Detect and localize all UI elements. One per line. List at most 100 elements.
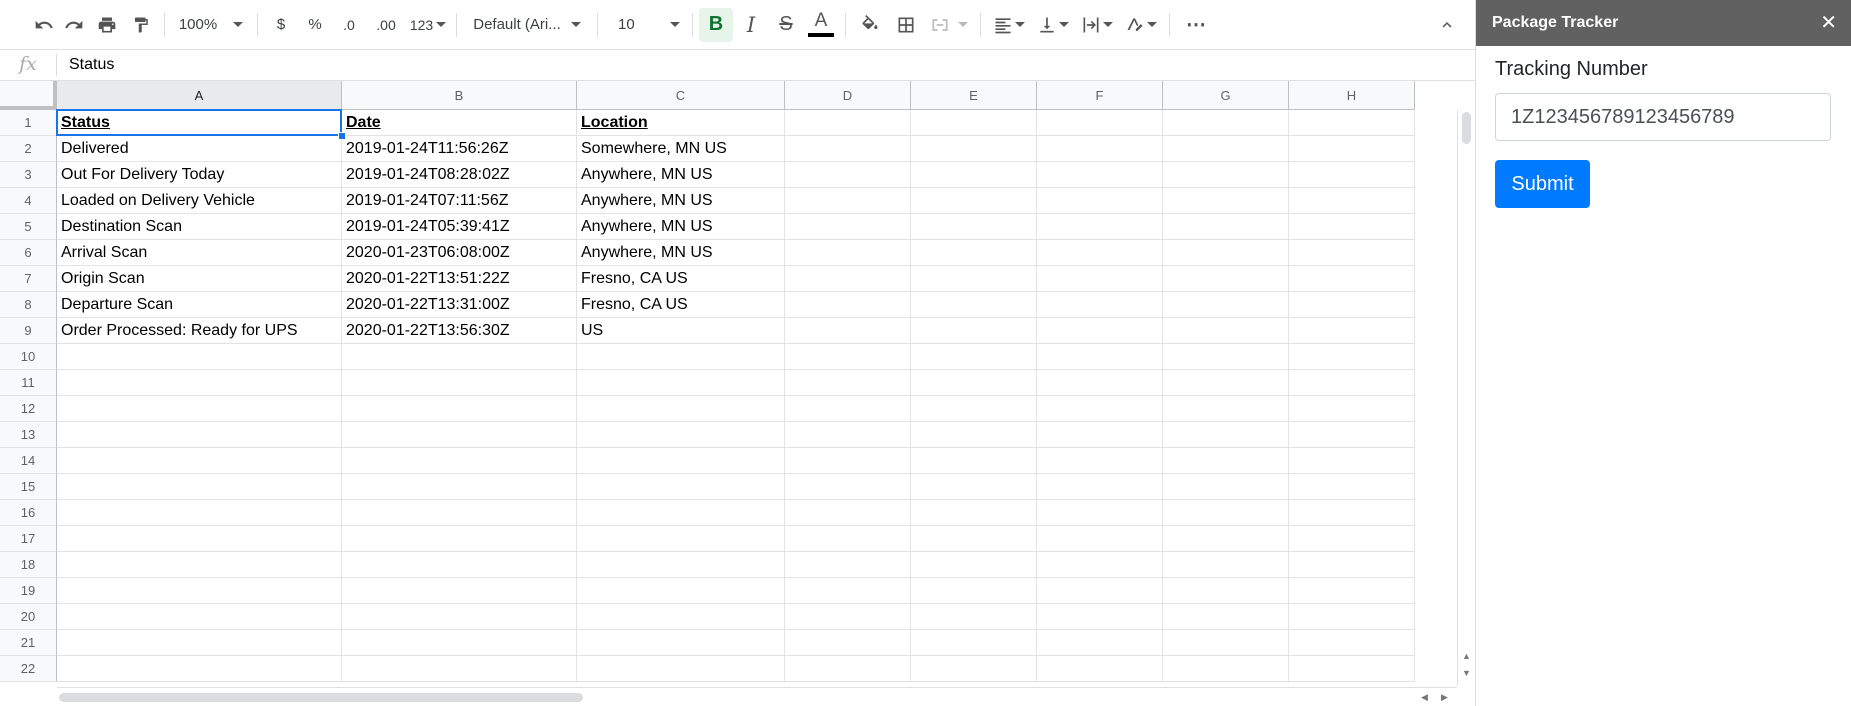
cell-c7[interactable]: Fresno, CA US bbox=[577, 266, 785, 292]
print-icon[interactable] bbox=[90, 7, 124, 43]
cell-e7[interactable] bbox=[911, 266, 1037, 292]
cell-h10[interactable] bbox=[1289, 344, 1415, 370]
cell-b9[interactable]: 2020-01-22T13:56:30Z bbox=[342, 318, 577, 344]
horizontal-align-icon[interactable] bbox=[987, 7, 1031, 43]
cell-d11[interactable] bbox=[785, 370, 911, 396]
vertical-align-icon[interactable] bbox=[1031, 7, 1075, 43]
cell-d12[interactable] bbox=[785, 396, 911, 422]
cell-b16[interactable] bbox=[342, 500, 577, 526]
tracking-number-input[interactable] bbox=[1495, 93, 1831, 141]
row-header-15[interactable]: 15 bbox=[0, 474, 57, 500]
row-header-4[interactable]: 4 bbox=[0, 188, 57, 214]
currency-format-button[interactable]: $ bbox=[264, 7, 298, 43]
cell-d14[interactable] bbox=[785, 448, 911, 474]
cell-e10[interactable] bbox=[911, 344, 1037, 370]
cell-d9[interactable] bbox=[785, 318, 911, 344]
cell-h6[interactable] bbox=[1289, 240, 1415, 266]
row-header-21[interactable]: 21 bbox=[0, 630, 57, 656]
cell-b19[interactable] bbox=[342, 578, 577, 604]
cell-b20[interactable] bbox=[342, 604, 577, 630]
cell-b2[interactable]: 2019-01-24T11:56:26Z bbox=[342, 136, 577, 162]
cell-e1[interactable] bbox=[911, 110, 1037, 136]
row-header-9[interactable]: 9 bbox=[0, 318, 57, 344]
cell-g14[interactable] bbox=[1163, 448, 1289, 474]
cell-e9[interactable] bbox=[911, 318, 1037, 344]
cell-e2[interactable] bbox=[911, 136, 1037, 162]
cell-b3[interactable]: 2019-01-24T08:28:02Z bbox=[342, 162, 577, 188]
cell-c19[interactable] bbox=[577, 578, 785, 604]
cell-b12[interactable] bbox=[342, 396, 577, 422]
cell-d6[interactable] bbox=[785, 240, 911, 266]
cell-a10[interactable] bbox=[57, 344, 342, 370]
cell-d13[interactable] bbox=[785, 422, 911, 448]
redo-icon[interactable] bbox=[58, 7, 90, 43]
cell-g16[interactable] bbox=[1163, 500, 1289, 526]
cell-c4[interactable]: Anywhere, MN US bbox=[577, 188, 785, 214]
cell-d15[interactable] bbox=[785, 474, 911, 500]
cell-a3[interactable]: Out For Delivery Today bbox=[57, 162, 342, 188]
cell-g18[interactable] bbox=[1163, 552, 1289, 578]
cell-f10[interactable] bbox=[1037, 344, 1163, 370]
cell-b7[interactable]: 2020-01-22T13:51:22Z bbox=[342, 266, 577, 292]
cell-b17[interactable] bbox=[342, 526, 577, 552]
cell-f11[interactable] bbox=[1037, 370, 1163, 396]
cell-h5[interactable] bbox=[1289, 214, 1415, 240]
undo-icon[interactable] bbox=[30, 7, 58, 43]
cell-a21[interactable] bbox=[57, 630, 342, 656]
column-header-f[interactable]: F bbox=[1037, 81, 1163, 110]
cell-h20[interactable] bbox=[1289, 604, 1415, 630]
row-header-3[interactable]: 3 bbox=[0, 162, 57, 188]
row-header-6[interactable]: 6 bbox=[0, 240, 57, 266]
cell-f17[interactable] bbox=[1037, 526, 1163, 552]
cell-f5[interactable] bbox=[1037, 214, 1163, 240]
cell-f14[interactable] bbox=[1037, 448, 1163, 474]
cell-c20[interactable] bbox=[577, 604, 785, 630]
cell-g19[interactable] bbox=[1163, 578, 1289, 604]
horizontal-scroll-thumb[interactable] bbox=[59, 693, 583, 702]
column-header-a[interactable]: A bbox=[57, 81, 342, 110]
italic-button[interactable]: I bbox=[733, 7, 769, 43]
cell-e5[interactable] bbox=[911, 214, 1037, 240]
cell-b10[interactable] bbox=[342, 344, 577, 370]
scroll-down-icon[interactable]: ▼ bbox=[1462, 668, 1471, 678]
row-header-12[interactable]: 12 bbox=[0, 396, 57, 422]
cell-g17[interactable] bbox=[1163, 526, 1289, 552]
cell-e12[interactable] bbox=[911, 396, 1037, 422]
cell-f12[interactable] bbox=[1037, 396, 1163, 422]
submit-button[interactable]: Submit bbox=[1495, 160, 1590, 208]
cell-f16[interactable] bbox=[1037, 500, 1163, 526]
cell-f19[interactable] bbox=[1037, 578, 1163, 604]
cell-b5[interactable]: 2019-01-24T05:39:41Z bbox=[342, 214, 577, 240]
cell-f9[interactable] bbox=[1037, 318, 1163, 344]
column-header-b[interactable]: B bbox=[342, 81, 577, 110]
cell-a20[interactable] bbox=[57, 604, 342, 630]
cell-b22[interactable] bbox=[342, 656, 577, 682]
cell-c13[interactable] bbox=[577, 422, 785, 448]
text-wrap-icon[interactable] bbox=[1075, 7, 1119, 43]
cell-c8[interactable]: Fresno, CA US bbox=[577, 292, 785, 318]
cell-d8[interactable] bbox=[785, 292, 911, 318]
cell-e3[interactable] bbox=[911, 162, 1037, 188]
scroll-left-icon[interactable]: ◀ bbox=[1421, 692, 1428, 703]
row-header-16[interactable]: 16 bbox=[0, 500, 57, 526]
cell-a1[interactable]: Status bbox=[57, 110, 342, 136]
text-rotation-icon[interactable] bbox=[1119, 7, 1163, 43]
cell-d3[interactable] bbox=[785, 162, 911, 188]
cell-c17[interactable] bbox=[577, 526, 785, 552]
cell-f1[interactable] bbox=[1037, 110, 1163, 136]
cell-e16[interactable] bbox=[911, 500, 1037, 526]
cell-h16[interactable] bbox=[1289, 500, 1415, 526]
cell-b14[interactable] bbox=[342, 448, 577, 474]
cell-d7[interactable] bbox=[785, 266, 911, 292]
cell-c12[interactable] bbox=[577, 396, 785, 422]
column-header-c[interactable]: C bbox=[577, 81, 785, 110]
cell-f6[interactable] bbox=[1037, 240, 1163, 266]
cell-h18[interactable] bbox=[1289, 552, 1415, 578]
cell-a9[interactable]: Order Processed: Ready for UPS bbox=[57, 318, 342, 344]
cell-d2[interactable] bbox=[785, 136, 911, 162]
cell-b18[interactable] bbox=[342, 552, 577, 578]
select-all-corner[interactable] bbox=[0, 81, 57, 110]
cell-h9[interactable] bbox=[1289, 318, 1415, 344]
column-header-h[interactable]: H bbox=[1289, 81, 1415, 110]
cell-c5[interactable]: Anywhere, MN US bbox=[577, 214, 785, 240]
